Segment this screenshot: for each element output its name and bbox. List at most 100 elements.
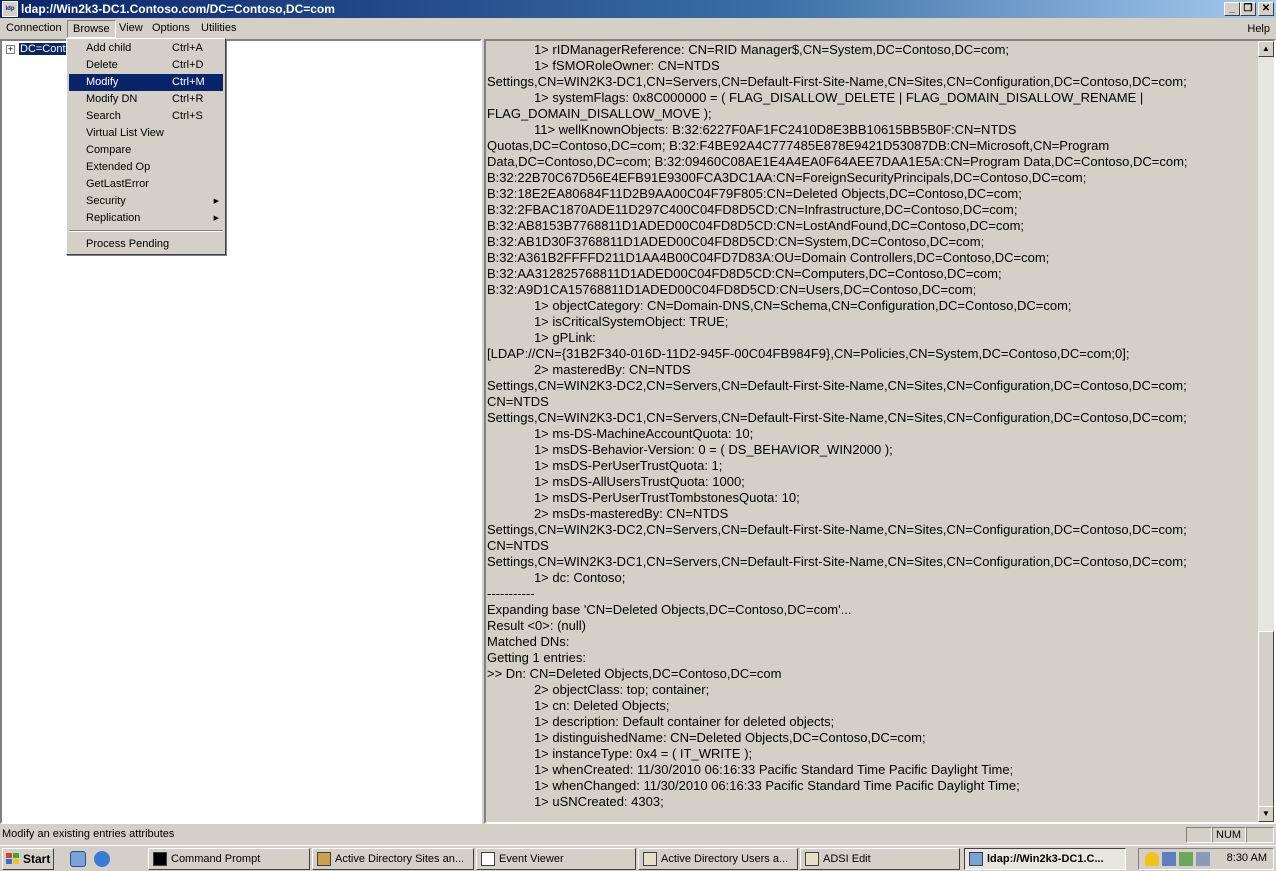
close-button[interactable]: ✕ [1258, 2, 1274, 16]
scroll-up-button[interactable]: ▲ [1258, 41, 1274, 57]
output-line: 1> instanceType: 0x4 = ( IT_WRITE ); [487, 746, 753, 761]
menu-view[interactable]: View [114, 20, 148, 38]
vertical-scrollbar[interactable]: ▲ ▼ [1258, 41, 1274, 822]
clock[interactable]: 8:30 AM [1227, 852, 1267, 864]
ldp-icon [969, 852, 983, 866]
security-shield-icon[interactable] [1145, 852, 1159, 866]
display-icon[interactable] [1196, 852, 1210, 866]
menu-item-modify[interactable]: Modify Ctrl+M [69, 74, 223, 91]
output-line: 1> systemFlags: 0x8C000000 = ( FLAG_DISA… [487, 90, 1144, 105]
scroll-thumb[interactable] [1258, 631, 1274, 811]
taskbar-command-prompt[interactable]: Command Prompt [148, 848, 310, 870]
menu-item-search[interactable]: Search Ctrl+S [69, 108, 223, 125]
menu-item-virtual-list-view[interactable]: Virtual List View [69, 125, 223, 142]
menu-item-getlasterror[interactable]: GetLastError [69, 176, 223, 193]
output-line: [LDAP://CN={31B2F340-016D-11D2-945F-00C0… [487, 346, 1130, 361]
tree-node-root[interactable]: + DC=Cont [6, 43, 67, 57]
title-bar[interactable]: ldp ldap://Win2k3-DC1.Contoso.com/DC=Con… [0, 0, 1276, 18]
taskbar-ad-users[interactable]: Active Directory Users a... [638, 848, 798, 870]
status-panel-scroll [1246, 827, 1274, 843]
submenu-arrow-icon: ▶ [213, 198, 219, 205]
output-line: 1> msDS-AllUsersTrustQuota: 1000; [487, 474, 745, 489]
menu-item-security[interactable]: Security ▶ [69, 193, 223, 210]
output-line: 11> wellKnownObjects: B:32:6227F0AF1FC24… [487, 122, 1017, 137]
output-line: Settings,CN=WIN2K3-DC1,CN=Servers,CN=Def… [487, 410, 1187, 425]
menu-item-extended-op[interactable]: Extended Op [69, 159, 223, 176]
output-line: 1> cn: Deleted Objects; [487, 698, 670, 713]
menu-bar: Connection Browse View Options Utilities… [0, 19, 1276, 38]
status-text: Modify an existing entries attributes [2, 828, 175, 840]
output-line: B:32:2FBAC1870ADE11D297C400C04FD8D5CD:CN… [487, 202, 1018, 217]
output-line: 1> rIDManagerReference: CN=RID Manager$,… [487, 42, 1010, 57]
output-line: B:32:A9D1CA15768811D1ADED00C04FD8D5CD:CN… [487, 282, 977, 297]
submenu-arrow-icon: ▶ [213, 215, 219, 222]
output-line: B:32:A361B2FFFFD211D1AA4B00C04FD7D83A:OU… [487, 250, 1050, 265]
output-line: Expanding base 'CN=Deleted Objects,DC=Co… [487, 602, 852, 617]
output-line: Quotas,DC=Contoso,DC=com; B:32:F4BE92A4C… [487, 138, 1110, 153]
output-line: 1> isCriticalSystemObject: TRUE; [487, 314, 729, 329]
output-line: CN=NTDS [487, 394, 549, 409]
output-line: CN=NTDS [487, 538, 549, 553]
ad-users-icon [643, 852, 657, 866]
start-button[interactable]: Start [2, 848, 54, 870]
menu-item-add-child[interactable]: Add child Ctrl+A [69, 40, 223, 57]
output-line: Data,DC=Contoso,DC=com; B:32:09460C08AE1… [487, 154, 1188, 169]
menu-item-modify-dn[interactable]: Modify DN Ctrl+R [69, 91, 223, 108]
output-line: FLAG_DOMAIN_DISALLOW_MOVE ); [487, 106, 712, 121]
taskbar-adsi-edit[interactable]: ADSI Edit [800, 848, 960, 870]
tree-node-label[interactable]: DC=Cont [19, 43, 67, 56]
output-line: B:32:AB1D30F3768811D1ADED00C04FD8D5CD:CN… [487, 234, 985, 249]
taskbar-ad-sites[interactable]: Active Directory Sites an... [312, 848, 474, 870]
expand-icon[interactable]: + [6, 44, 15, 54]
output-line: 1> msDS-PerUserTrustQuota: 1; [487, 458, 723, 473]
ad-sites-icon [317, 852, 331, 866]
menu-separator [69, 230, 223, 232]
system-tray: 8:30 AM [1138, 848, 1274, 870]
output-line: B:32:22B70C67D56E4EFB91E9300FCA3DC1AA:CN… [487, 170, 1087, 185]
taskbar: Start Command Prompt Active Directory Si… [0, 845, 1276, 871]
menu-utilities[interactable]: Utilities [196, 20, 241, 38]
network-icon[interactable] [1162, 852, 1176, 866]
output-line: 1> msDS-Behavior-Version: 0 = ( DS_BEHAV… [487, 442, 893, 457]
event-viewer-icon [481, 852, 495, 866]
menu-item-delete[interactable]: Delete Ctrl+D [69, 57, 223, 74]
taskbar-event-viewer[interactable]: Event Viewer [476, 848, 636, 870]
show-desktop-icon[interactable] [70, 851, 86, 867]
window-title: ldap://Win2k3-DC1.Contoso.com/DC=Contoso… [21, 2, 335, 16]
output-line: 1> description: Default container for de… [487, 714, 835, 729]
menu-connection[interactable]: Connection [1, 20, 67, 38]
output-line: 1> gPLink: [487, 330, 596, 345]
output-line: 1> ms-DS-MachineAccountQuota: 10; [487, 426, 754, 441]
menu-item-compare[interactable]: Compare [69, 142, 223, 159]
internet-explorer-icon[interactable] [94, 851, 110, 867]
output-line: Settings,CN=WIN2K3-DC2,CN=Servers,CN=Def… [487, 378, 1187, 393]
output-line: Settings,CN=WIN2K3-DC2,CN=Servers,CN=Def… [487, 522, 1187, 537]
taskbar-ldp[interactable]: ldap://Win2k3-DC1.C... [964, 848, 1126, 870]
output-line: Matched DNs: [487, 634, 570, 649]
menu-options[interactable]: Options [147, 20, 195, 38]
scroll-down-button[interactable]: ▼ [1258, 806, 1274, 822]
menu-help[interactable]: Help [1247, 21, 1270, 37]
output-line: >> Dn: CN=Deleted Objects,DC=Contoso,DC=… [487, 666, 782, 681]
output-line: B:32:AA312825768811D1ADED00C04FD8D5CD:CN… [487, 266, 1002, 281]
output-text: 1> rIDManagerReference: CN=RID Manager$,… [487, 42, 1259, 810]
status-panel-empty [1186, 827, 1212, 843]
output-line: 1> whenCreated: 11/30/2010 06:16:33 Paci… [487, 762, 1014, 777]
menu-browse[interactable]: Browse [67, 20, 116, 38]
menu-item-replication[interactable]: Replication ▶ [69, 210, 223, 227]
browse-menu: Add child Ctrl+A Delete Ctrl+D Modify Ctrl+… [66, 38, 226, 255]
output-line: Settings,CN=WIN2K3-DC1,CN=Servers,CN=Def… [487, 554, 1187, 569]
output-line: 2> masteredBy: CN=NTDS [487, 362, 691, 377]
menu-item-process-pending[interactable]: Process Pending [69, 236, 223, 253]
output-pane[interactable]: 1> rIDManagerReference: CN=RID Manager$,… [484, 39, 1276, 824]
status-panel-num: NUM [1212, 827, 1246, 843]
network-connection-icon[interactable] [1179, 852, 1193, 866]
status-bar: Modify an existing entries attributes NU… [0, 826, 1276, 844]
minimize-button[interactable]: _ [1224, 2, 1240, 16]
maximize-button[interactable]: ❐ [1240, 2, 1256, 16]
output-line: Result <0>: (null) [487, 618, 586, 633]
output-line: Getting 1 entries: [487, 650, 586, 665]
output-line: 1> dc: Contoso; [487, 570, 626, 585]
ldp-app-icon: ldp [2, 1, 18, 17]
output-line: Settings,CN=WIN2K3-DC1,CN=Servers,CN=Def… [487, 74, 1187, 89]
